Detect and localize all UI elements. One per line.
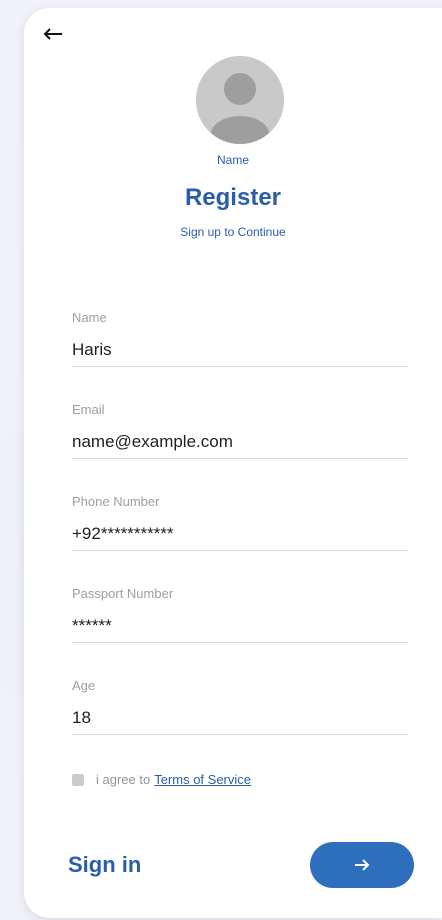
profile-avatar[interactable] (196, 56, 284, 144)
name-field: Name (72, 310, 408, 367)
next-button[interactable] (310, 842, 414, 888)
arrow-left-icon (43, 28, 62, 40)
age-field: Age (72, 678, 408, 735)
terms-agreement: i agree to Terms of Service (72, 772, 251, 787)
age-label: Age (72, 678, 96, 693)
arrow-right-icon (355, 859, 370, 871)
avatar-name-label: Name (216, 153, 249, 167)
name-input[interactable] (72, 340, 408, 367)
age-input[interactable] (72, 708, 408, 735)
phone-label: Phone Number (72, 494, 160, 509)
page-title: Register (184, 184, 282, 211)
user-avatar-icon (196, 56, 284, 144)
back-button[interactable] (40, 20, 68, 48)
sign-in-link[interactable]: Sign in (68, 852, 141, 878)
passport-field: Passport Number (72, 586, 408, 643)
phone-input[interactable] (72, 524, 408, 551)
terms-of-service-link[interactable]: Terms of Service (154, 772, 251, 787)
email-label: Email (72, 402, 105, 417)
email-input[interactable] (72, 432, 408, 459)
terms-text: i agree to (96, 772, 151, 787)
app-background: Name Register Sign up to Continue Name E… (0, 0, 442, 920)
passport-label: Passport Number (72, 586, 174, 601)
phone-field: Phone Number (72, 494, 408, 551)
passport-input[interactable] (72, 616, 408, 643)
page-subtitle: Sign up to Continue (180, 225, 286, 239)
register-card: Name Register Sign up to Continue Name E… (24, 8, 442, 918)
name-label: Name (72, 310, 107, 325)
email-field: Email (72, 402, 408, 459)
terms-checkbox[interactable] (72, 773, 84, 786)
